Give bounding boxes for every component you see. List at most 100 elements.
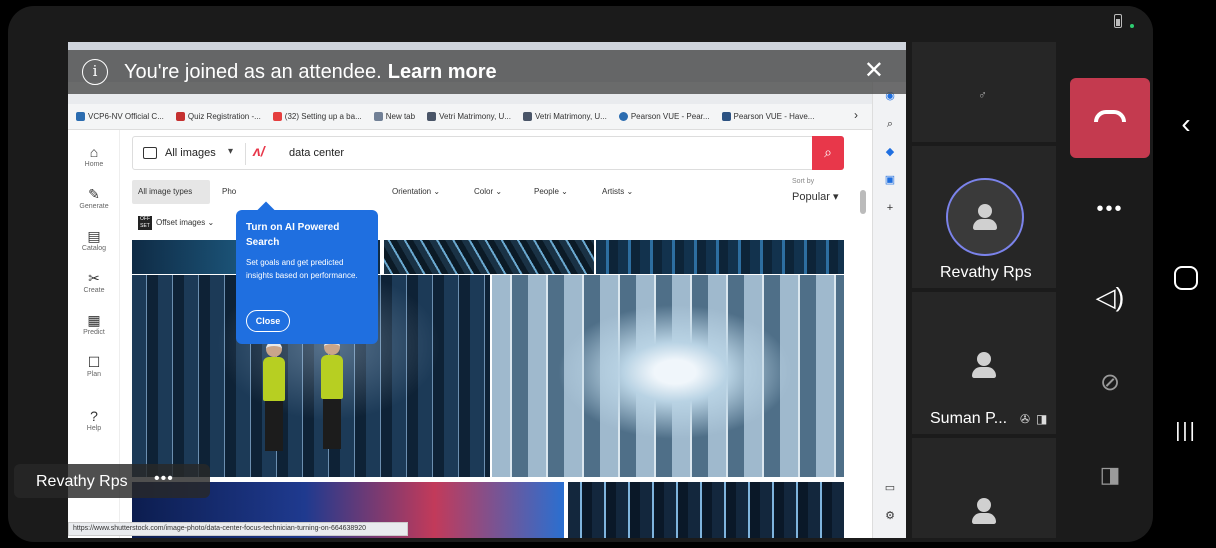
- predict-icon: ▦: [87, 312, 101, 328]
- outlook-icon[interactable]: ▣: [882, 172, 898, 188]
- attendee-banner: i You're joined as an attendee. Learn mo…: [68, 50, 906, 94]
- recents-button[interactable]: |||: [1173, 420, 1199, 443]
- popup-title: Turn on AI Powered Search: [246, 222, 340, 248]
- filter-color[interactable]: Color ⌄: [468, 180, 508, 204]
- nav-label: Plan: [86, 371, 101, 378]
- camera-off-icon: ◨: [1036, 412, 1048, 426]
- ai-search-popup: Turn on AI Powered Search Set goals and …: [236, 210, 378, 344]
- search-input[interactable]: data center: [289, 147, 344, 159]
- sort-value: Popular: [792, 191, 830, 203]
- nav-predict[interactable]: ▦ Predict: [68, 312, 120, 336]
- nav-help[interactable]: ? Help: [68, 408, 120, 432]
- bookmark-label: Pearson VUE - Pear...: [630, 112, 710, 121]
- microphone-button[interactable]: ⊘: [1070, 368, 1150, 397]
- person-head: [977, 498, 991, 512]
- bookmark-item[interactable]: VCP6-NV Official C...: [76, 112, 164, 121]
- filter-label: Artists: [602, 187, 625, 196]
- nav-generate[interactable]: ✎ Generate: [68, 186, 120, 210]
- bookmark-label: (32) Setting up a ba...: [284, 112, 362, 121]
- bookmark-item[interactable]: Pearson VUE - Have...: [721, 112, 814, 121]
- camera-button[interactable]: ◨: [1070, 462, 1150, 488]
- bookmark-item[interactable]: (32) Setting up a ba...: [272, 112, 362, 121]
- more-actions-button[interactable]: •••: [1070, 198, 1150, 221]
- figure-legs: [323, 399, 341, 449]
- nav-create[interactable]: ✂ Create: [68, 270, 120, 294]
- bookmarks-bar: VCP6-NV Official C... Quiz Registration …: [68, 104, 906, 130]
- participant-tile[interactable]: [912, 438, 1056, 538]
- bookmark-item[interactable]: Vetri Matrimony, U...: [522, 112, 607, 121]
- status-dot: [1130, 24, 1134, 28]
- ai-search-icon[interactable]: ᴧ/: [253, 143, 265, 159]
- back-button[interactable]: ‹: [1173, 110, 1199, 138]
- filter-bar: All image types Pho Orientation ⌄ Color …: [132, 178, 852, 208]
- nav-label: Create: [83, 287, 105, 294]
- result-image-server-corridor[interactable]: [492, 275, 844, 477]
- participant-name: Suman P...: [930, 410, 1008, 427]
- result-image[interactable]: [596, 240, 844, 274]
- filter-photos[interactable]: Pho: [216, 180, 242, 204]
- bookmarks-more-icon[interactable]: ›: [854, 108, 858, 122]
- speaker-button[interactable]: ◁): [1070, 282, 1150, 313]
- bookmark-item[interactable]: Quiz Registration -...: [175, 112, 261, 121]
- bookmark-icon: [76, 112, 85, 121]
- result-image[interactable]: [384, 240, 594, 274]
- hang-up-button[interactable]: [1070, 78, 1150, 158]
- catalog-icon: ▤: [87, 228, 101, 244]
- result-image[interactable]: [568, 482, 844, 538]
- bookmark-item[interactable]: Vetri Matrimony, U...: [427, 112, 511, 121]
- participant-tile[interactable]: ♂: [912, 42, 1056, 142]
- scrollbar-thumb[interactable]: [860, 190, 866, 214]
- nav-label: Catalog: [81, 245, 107, 252]
- chevron-down-icon[interactable]: ▾: [228, 146, 233, 157]
- sort-select[interactable]: Popular ▾: [792, 190, 839, 203]
- person-body: [972, 367, 996, 378]
- filter-label: People: [534, 187, 559, 196]
- add-icon[interactable]: +: [882, 200, 898, 216]
- search-icon[interactable]: ⌕: [882, 116, 898, 132]
- filter-label: Orientation: [392, 187, 432, 196]
- figure-vest: [263, 357, 285, 401]
- battery-icon: [1114, 14, 1122, 28]
- info-icon: i: [82, 59, 108, 85]
- bookmark-item[interactable]: Pearson VUE - Pear...: [618, 112, 710, 121]
- popup-body: Set goals and get predicted insights bas…: [246, 258, 358, 280]
- bookmark-label: VCP6-NV Official C...: [88, 112, 164, 121]
- settings-icon[interactable]: ⚙: [882, 508, 898, 524]
- bookmark-label: Vetri Matrimony, U...: [534, 112, 607, 121]
- plan-icon: ☐: [87, 354, 101, 370]
- nav-label: Generate: [79, 203, 109, 210]
- offset-icon: OFF SET: [138, 216, 152, 230]
- filter-people[interactable]: People ⌄: [528, 180, 574, 204]
- help-icon: ?: [90, 408, 98, 424]
- bookmark-item[interactable]: New tab: [373, 112, 415, 121]
- call-controls: ••• ◁) ⊘ ◨: [1060, 42, 1152, 538]
- mic-off-icon: ✇: [1020, 412, 1031, 426]
- search-button[interactable]: ⌕: [812, 136, 844, 170]
- pearson-icon: [618, 112, 628, 121]
- image-type-select[interactable]: All images: [165, 147, 216, 159]
- scrollbar[interactable]: [858, 180, 868, 530]
- person-icon: [972, 498, 996, 526]
- person-icon: [972, 352, 996, 380]
- learn-more-link[interactable]: Learn more: [388, 61, 497, 84]
- filter-all-image-types[interactable]: All image types: [132, 180, 210, 204]
- close-icon[interactable]: ✕: [864, 56, 884, 85]
- nav-catalog[interactable]: ▤ Catalog: [68, 228, 120, 252]
- home-button[interactable]: [1174, 266, 1198, 290]
- participant-tile[interactable]: Revathy Rps: [912, 146, 1056, 288]
- popup-close-button[interactable]: Close: [246, 310, 290, 332]
- extension-icon[interactable]: ◆: [882, 144, 898, 160]
- more-options-icon[interactable]: •••: [154, 470, 174, 488]
- figure-legs: [265, 401, 283, 451]
- bookmark-label: Vetri Matrimony, U...: [439, 112, 511, 121]
- split-view-icon[interactable]: ▭: [882, 480, 898, 496]
- nav-label: Home: [84, 161, 104, 168]
- top-strip: [68, 6, 1153, 42]
- filter-orientation[interactable]: Orientation ⌄: [386, 180, 446, 204]
- nav-plan[interactable]: ☐ Plan: [68, 354, 120, 378]
- nav-home[interactable]: ⌂ Home: [68, 144, 120, 168]
- person-head: [978, 204, 992, 218]
- participant-name: Revathy Rps: [940, 264, 1032, 281]
- filter-artists[interactable]: Artists ⌄: [596, 180, 639, 204]
- participant-tile[interactable]: Suman P... ✇ ◨: [912, 292, 1056, 434]
